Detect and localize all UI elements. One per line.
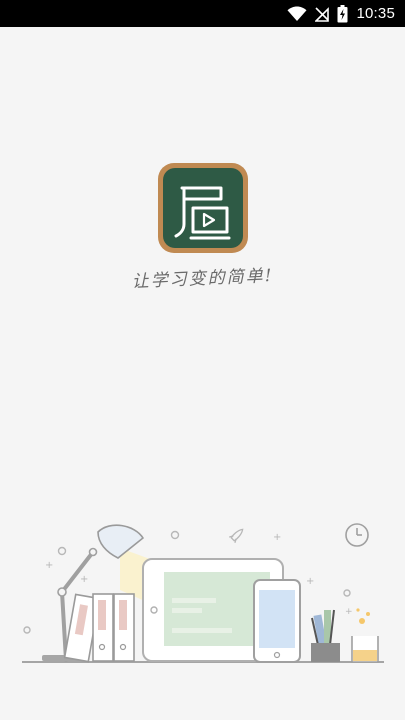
- app-logo-icon: [157, 162, 249, 254]
- svg-text:+: +: [345, 607, 353, 617]
- clock-icon: [345, 523, 369, 547]
- binders-icon: [63, 593, 135, 663]
- pen-holder-icon: [311, 609, 340, 662]
- beaker-icon: [351, 608, 379, 663]
- desk-illustration: + + + + +: [22, 523, 384, 663]
- wifi-icon: [287, 5, 307, 21]
- battery-charging-icon: [337, 4, 348, 22]
- svg-text:+: +: [80, 574, 88, 585]
- no-signal-icon: [315, 6, 330, 22]
- status-bar: 10:35: [0, 0, 405, 27]
- phone-icon: [253, 579, 301, 663]
- slogan-text: 让学习变的简单!: [131, 265, 274, 293]
- svg-text:+: +: [306, 576, 314, 587]
- status-time: 10:35: [356, 5, 395, 22]
- svg-text:+: +: [45, 560, 53, 571]
- svg-text:+: +: [273, 532, 281, 543]
